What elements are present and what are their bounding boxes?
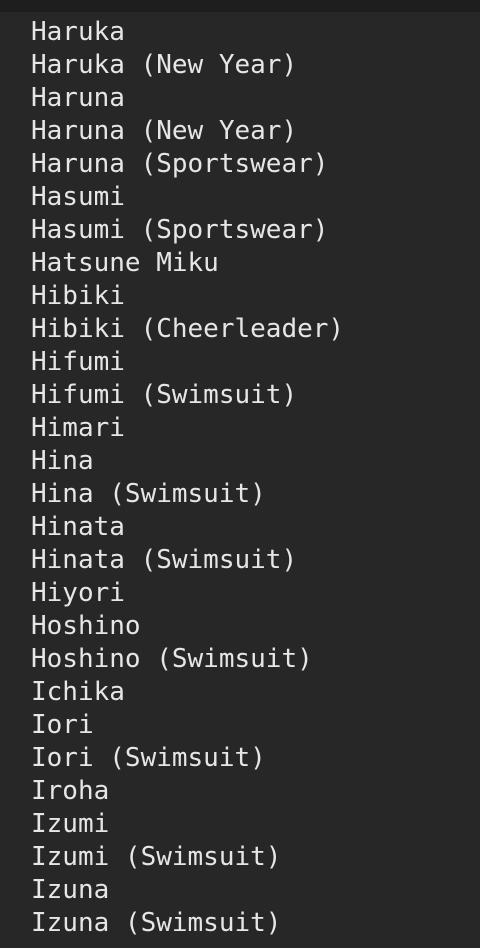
list-item[interactable]: Haruka (New Year) — [31, 49, 344, 82]
list-item[interactable]: Hina — [31, 445, 344, 478]
list-item[interactable]: Hibiki (Cheerleader) — [31, 313, 344, 346]
list-item[interactable]: Hatsune Miku — [31, 247, 344, 280]
list-item[interactable]: Izumi (Swimsuit) — [31, 841, 344, 874]
list-item[interactable]: Hoshino (Swimsuit) — [31, 643, 344, 676]
character-name-list: Haruka Haruka (New Year) Haruna Haruna (… — [31, 16, 344, 940]
list-item[interactable]: Hasumi (Sportswear) — [31, 214, 344, 247]
list-item[interactable]: Iori (Swimsuit) — [31, 742, 344, 775]
list-item[interactable]: Iroha — [31, 775, 344, 808]
list-item[interactable]: Haruna (Sportswear) — [31, 148, 344, 181]
list-item[interactable]: Haruna — [31, 82, 344, 115]
list-item[interactable]: Himari — [31, 412, 344, 445]
list-item[interactable]: Hina (Swimsuit) — [31, 478, 344, 511]
list-item[interactable]: Izuna (Swimsuit) — [31, 907, 344, 940]
list-item[interactable]: Izumi — [31, 808, 344, 841]
list-item[interactable]: Hifumi (Swimsuit) — [31, 379, 344, 412]
list-item[interactable]: Hiyori — [31, 577, 344, 610]
list-item[interactable]: Hinata (Swimsuit) — [31, 544, 344, 577]
list-item[interactable]: Hibiki — [31, 280, 344, 313]
list-item[interactable]: Haruna (New Year) — [31, 115, 344, 148]
list-item[interactable]: Ichika — [31, 676, 344, 709]
list-item[interactable]: Hasumi — [31, 181, 344, 214]
list-item[interactable]: Haruka — [31, 16, 344, 49]
top-strip — [0, 0, 480, 12]
list-item[interactable]: Izuna — [31, 874, 344, 907]
list-item[interactable]: Hoshino — [31, 610, 344, 643]
list-item[interactable]: Hifumi — [31, 346, 344, 379]
list-item[interactable]: Hinata — [31, 511, 344, 544]
list-item[interactable]: Iori — [31, 709, 344, 742]
